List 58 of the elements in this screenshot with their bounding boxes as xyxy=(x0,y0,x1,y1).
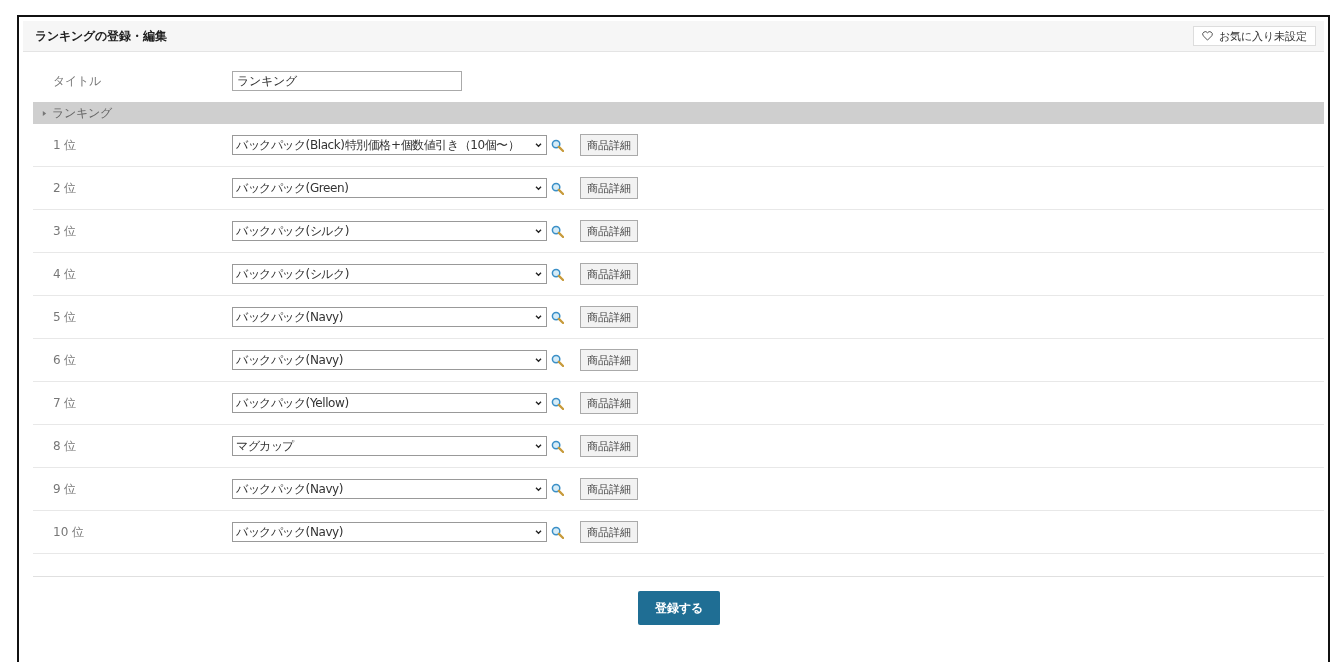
rank-label: 6 位 xyxy=(52,351,78,369)
product-select[interactable]: バックパック(Black)特別価格+個数値引き（10個〜） xyxy=(232,135,547,155)
rank-label: 4 位 xyxy=(52,265,78,283)
product-select[interactable]: バックパック(Navy) xyxy=(232,522,547,542)
product-select[interactable]: バックパック(シルク) xyxy=(232,221,547,241)
product-detail-button[interactable]: 商品詳細 xyxy=(580,177,638,199)
rank-label: 10 位 xyxy=(52,523,86,541)
dropdown-chevron-icon xyxy=(535,529,542,535)
rank-label: 8 位 xyxy=(52,437,78,455)
section-bar[interactable]: ランキング xyxy=(33,102,1324,124)
heart-icon xyxy=(1202,31,1213,41)
search-icon[interactable] xyxy=(551,224,564,238)
rank-label: 7 位 xyxy=(52,394,78,412)
title-field[interactable]: ランキング xyxy=(232,71,462,91)
dropdown-chevron-icon xyxy=(535,443,542,449)
register-button[interactable]: 登録する xyxy=(637,591,720,625)
favorite-button[interactable]: お気に入り未設定 xyxy=(1193,26,1316,46)
product-select[interactable]: バックパック(Green) xyxy=(232,178,547,198)
search-icon[interactable] xyxy=(551,439,564,453)
product-select[interactable]: バックパック(Navy) xyxy=(232,307,547,327)
dropdown-chevron-icon xyxy=(535,271,542,277)
dropdown-chevron-icon xyxy=(535,486,542,492)
product-detail-button[interactable]: 商品詳細 xyxy=(580,392,638,414)
product-select[interactable]: バックパック(Navy) xyxy=(232,350,547,370)
product-detail-button[interactable]: 商品詳細 xyxy=(580,220,638,242)
rank-label: 3 位 xyxy=(52,222,78,240)
page-title: ランキングの登録・編集 xyxy=(35,27,167,45)
search-icon[interactable] xyxy=(551,310,564,324)
product-detail-button[interactable]: 商品詳細 xyxy=(580,435,638,457)
dropdown-chevron-icon xyxy=(535,228,542,234)
dropdown-chevron-icon xyxy=(535,314,542,320)
product-select[interactable]: マグカップ xyxy=(232,436,547,456)
product-detail-button[interactable]: 商品詳細 xyxy=(580,349,638,371)
rank-label: 2 位 xyxy=(52,179,78,197)
search-icon[interactable] xyxy=(551,181,564,195)
product-detail-button[interactable]: 商品詳細 xyxy=(580,263,638,285)
search-icon[interactable] xyxy=(551,525,564,539)
product-detail-button[interactable]: 商品詳細 xyxy=(580,306,638,328)
product-select[interactable]: バックパック(Yellow) xyxy=(232,393,547,413)
search-icon[interactable] xyxy=(551,396,564,410)
product-select[interactable]: バックパック(シルク) xyxy=(232,264,547,284)
search-icon[interactable] xyxy=(551,267,564,281)
search-icon[interactable] xyxy=(551,138,564,152)
search-icon[interactable] xyxy=(551,482,564,496)
product-select[interactable]: バックパック(Navy) xyxy=(232,479,547,499)
rank-label: 9 位 xyxy=(52,480,78,498)
product-detail-button[interactable]: 商品詳細 xyxy=(580,478,638,500)
dropdown-chevron-icon xyxy=(535,142,542,148)
product-detail-button[interactable]: 商品詳細 xyxy=(580,521,638,543)
search-icon[interactable] xyxy=(551,353,564,367)
dropdown-chevron-icon xyxy=(535,357,542,363)
field-label: タイトル xyxy=(52,72,102,90)
rank-label: 5 位 xyxy=(52,308,78,326)
product-detail-button[interactable]: 商品詳細 xyxy=(580,134,638,156)
section-label: ランキング xyxy=(52,104,112,122)
rank-label: 1 位 xyxy=(52,136,78,154)
dropdown-chevron-icon xyxy=(535,185,542,191)
dropdown-chevron-icon xyxy=(535,400,542,406)
